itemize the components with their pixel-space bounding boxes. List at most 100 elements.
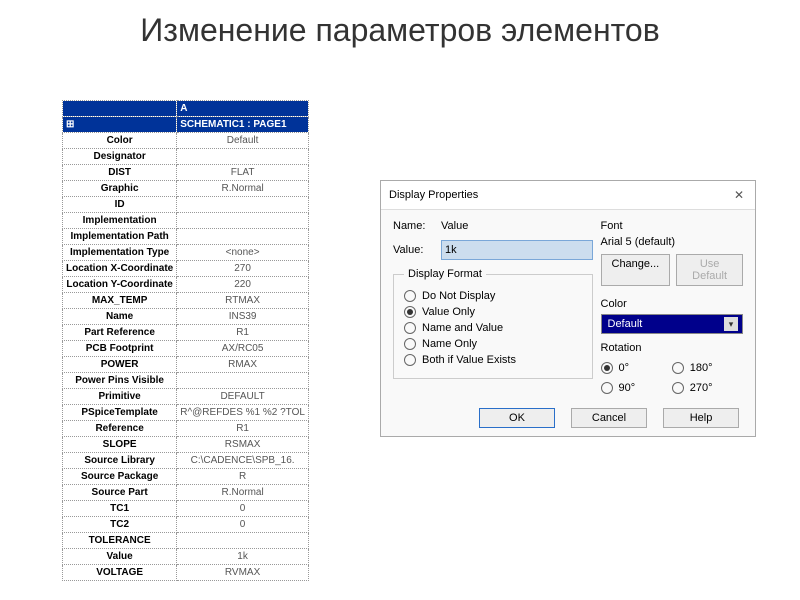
prop-value[interactable]: 0 <box>177 517 309 533</box>
table-row[interactable]: Source LibraryC:\CADENCE\SPB_16. <box>63 453 309 469</box>
table-row[interactable]: Implementation Type<none> <box>63 245 309 261</box>
page-title: Изменение параметров элементов <box>0 0 800 55</box>
prop-label: SLOPE <box>63 437 177 453</box>
table-row[interactable]: PCB FootprintAX/RC05 <box>63 341 309 357</box>
prop-label: Location X-Coordinate <box>63 261 177 277</box>
table-row[interactable]: ID <box>63 197 309 213</box>
col-header[interactable]: A <box>177 101 309 117</box>
prop-label: TC2 <box>63 517 177 533</box>
table-row[interactable]: GraphicR.Normal <box>63 181 309 197</box>
format-option[interactable]: Name and Value <box>404 322 582 334</box>
table-row[interactable]: VOLTAGERVMAX <box>63 565 309 581</box>
prop-label: Reference <box>63 421 177 437</box>
prop-label: Source Part <box>63 485 177 501</box>
table-row[interactable]: TC20 <box>63 517 309 533</box>
prop-value[interactable]: 0 <box>177 501 309 517</box>
prop-value[interactable]: R1 <box>177 421 309 437</box>
table-row[interactable]: Value1k <box>63 549 309 565</box>
table-row[interactable]: ColorDefault <box>63 133 309 149</box>
table-row[interactable]: NameINS39 <box>63 309 309 325</box>
format-option[interactable]: Value Only <box>404 306 582 318</box>
prop-value[interactable]: FLAT <box>177 165 309 181</box>
table-row[interactable]: Power Pins Visible <box>63 373 309 389</box>
prop-value[interactable]: C:\CADENCE\SPB_16. <box>177 453 309 469</box>
rotation-option[interactable]: 90° <box>601 382 672 394</box>
sub-header[interactable]: SCHEMATIC1 : PAGE1 <box>177 117 309 133</box>
table-row[interactable]: Location X-Coordinate270 <box>63 261 309 277</box>
prop-value[interactable] <box>177 533 309 549</box>
prop-value[interactable]: INS39 <box>177 309 309 325</box>
prop-value[interactable] <box>177 149 309 165</box>
table-row[interactable]: Implementation <box>63 213 309 229</box>
table-row[interactable]: MAX_TEMPRTMAX <box>63 293 309 309</box>
table-row[interactable]: Source PackageR <box>63 469 309 485</box>
prop-value[interactable] <box>177 213 309 229</box>
table-row[interactable]: POWERRMAX <box>63 357 309 373</box>
prop-value[interactable]: RSMAX <box>177 437 309 453</box>
prop-value[interactable]: R.Normal <box>177 181 309 197</box>
radio-icon <box>672 362 684 374</box>
prop-label: PSpiceTemplate <box>63 405 177 421</box>
radio-icon <box>601 362 613 374</box>
table-row[interactable]: DISTFLAT <box>63 165 309 181</box>
table-row[interactable]: Implementation Path <box>63 229 309 245</box>
rotation-option[interactable]: 180° <box>672 362 743 374</box>
prop-value[interactable]: R1 <box>177 325 309 341</box>
prop-label: Implementation <box>63 213 177 229</box>
table-row[interactable]: TOLERANCE <box>63 533 309 549</box>
use-default-button[interactable]: Use Default <box>676 254 743 286</box>
help-button[interactable]: Help <box>663 408 739 428</box>
prop-label: Part Reference <box>63 325 177 341</box>
format-option[interactable]: Name Only <box>404 338 582 350</box>
prop-value[interactable]: 270 <box>177 261 309 277</box>
prop-value[interactable]: <none> <box>177 245 309 261</box>
prop-value[interactable] <box>177 197 309 213</box>
rotation-option[interactable]: 0° <box>601 362 672 374</box>
prop-value[interactable]: RMAX <box>177 357 309 373</box>
prop-value[interactable]: DEFAULT <box>177 389 309 405</box>
prop-label: TOLERANCE <box>63 533 177 549</box>
table-row[interactable]: ReferenceR1 <box>63 421 309 437</box>
color-select[interactable]: Default ▾ <box>601 314 744 334</box>
dialog-title: Display Properties <box>389 189 478 201</box>
format-option[interactable]: Do Not Display <box>404 290 582 302</box>
display-format-group: Display Format Do Not Display Value Only N… <box>393 268 593 379</box>
prop-value[interactable]: 220 <box>177 277 309 293</box>
value-input[interactable] <box>441 240 593 260</box>
prop-label: TC1 <box>63 501 177 517</box>
prop-value[interactable]: R^@REFDES %1 %2 ?TOL <box>177 405 309 421</box>
prop-value[interactable]: Default <box>177 133 309 149</box>
change-button[interactable]: Change... <box>601 254 671 286</box>
value-label: Value: <box>393 244 441 256</box>
prop-value[interactable]: R.Normal <box>177 485 309 501</box>
close-icon[interactable]: ✕ <box>731 187 747 203</box>
cancel-button[interactable]: Cancel <box>571 408 647 428</box>
prop-value[interactable]: AX/RC05 <box>177 341 309 357</box>
table-row[interactable]: Location Y-Coordinate220 <box>63 277 309 293</box>
prop-value[interactable] <box>177 229 309 245</box>
radio-icon <box>404 338 416 350</box>
table-row[interactable]: PrimitiveDEFAULT <box>63 389 309 405</box>
radio-icon <box>404 306 416 318</box>
ok-button[interactable]: OK <box>479 408 555 428</box>
prop-value[interactable] <box>177 373 309 389</box>
table-row[interactable]: PSpiceTemplateR^@REFDES %1 %2 ?TOL <box>63 405 309 421</box>
prop-label: Graphic <box>63 181 177 197</box>
prop-value[interactable]: RTMAX <box>177 293 309 309</box>
table-row[interactable]: SLOPERSMAX <box>63 437 309 453</box>
expand-icon[interactable]: ⊞ <box>63 117 177 133</box>
radio-icon <box>404 354 416 366</box>
prop-value[interactable]: RVMAX <box>177 565 309 581</box>
prop-value[interactable]: 1k <box>177 549 309 565</box>
color-group-label: Color <box>601 298 744 310</box>
format-option[interactable]: Both if Value Exists <box>404 354 582 366</box>
table-row[interactable]: Designator <box>63 149 309 165</box>
table-row[interactable]: Source PartR.Normal <box>63 485 309 501</box>
rotation-option[interactable]: 270° <box>672 382 743 394</box>
prop-label: Implementation Path <box>63 229 177 245</box>
prop-value[interactable]: R <box>177 469 309 485</box>
prop-label: MAX_TEMP <box>63 293 177 309</box>
display-format-legend: Display Format <box>404 268 486 280</box>
table-row[interactable]: TC10 <box>63 501 309 517</box>
table-row[interactable]: Part ReferenceR1 <box>63 325 309 341</box>
